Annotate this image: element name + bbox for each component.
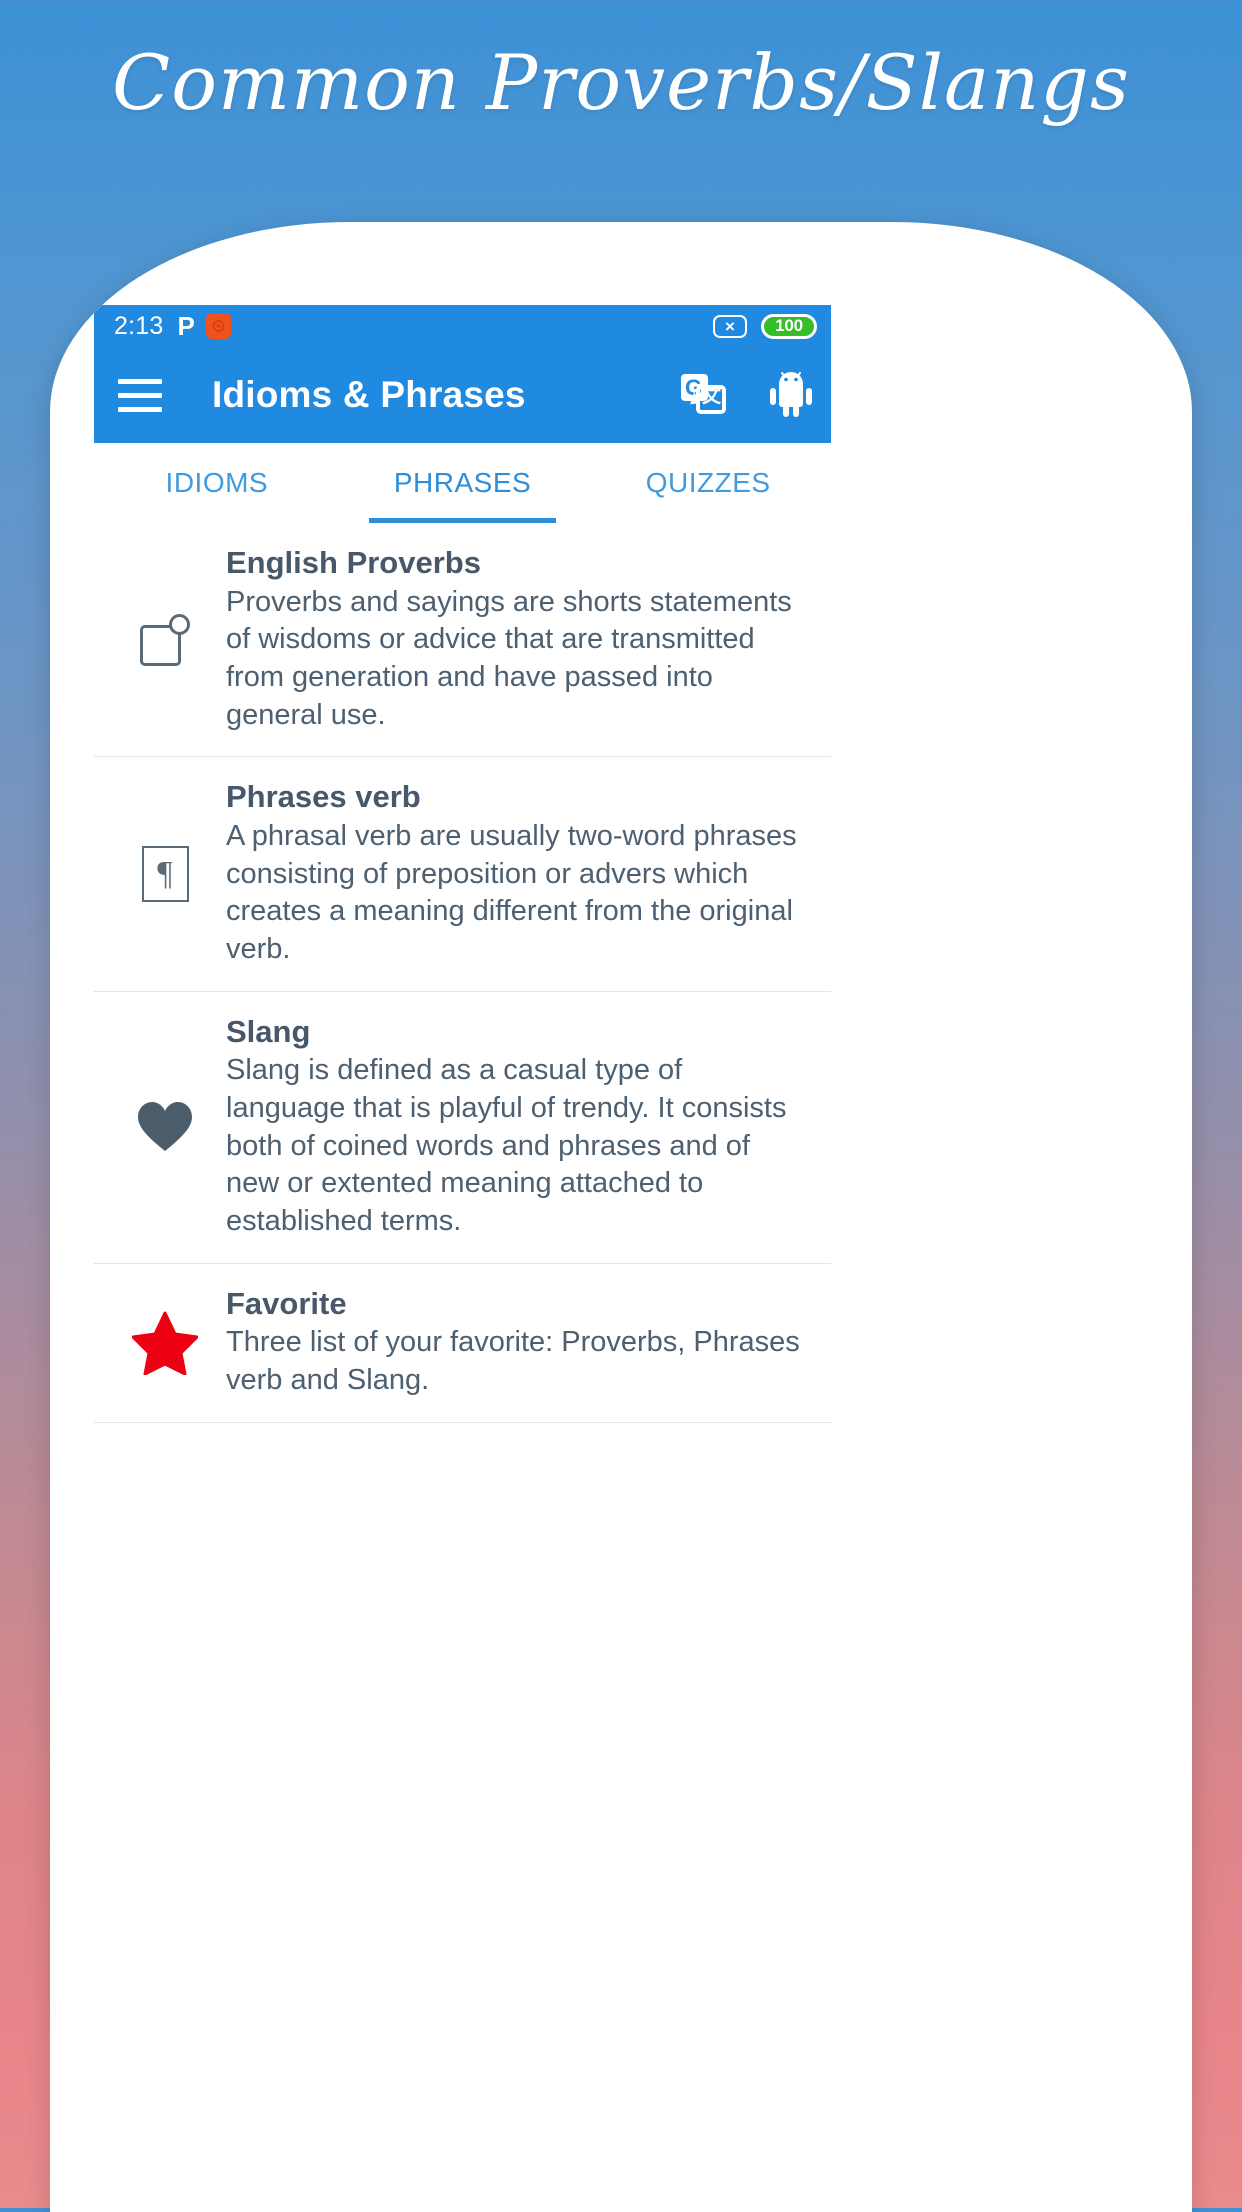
pilcrow-glyph: ¶ bbox=[157, 854, 173, 892]
list-item[interactable]: ¶ Phrases verb A phrasal verb are usuall… bbox=[94, 757, 831, 992]
list-item-icon-slot bbox=[104, 613, 226, 666]
phone-bezel: 2:13 P × 100 Idioms & Phrases G 文 IDIOMS… bbox=[72, 222, 1170, 2212]
hamburger-menu-icon[interactable] bbox=[118, 378, 162, 412]
battery-icon: 100 bbox=[761, 313, 817, 339]
heart-icon bbox=[138, 1102, 192, 1152]
translate-cjk-letter: 文 bbox=[702, 386, 722, 407]
phone-mockup-frame: 2:13 P × 100 Idioms & Phrases G 文 IDIOMS… bbox=[50, 222, 1192, 2212]
app-bar: Idioms & Phrases G 文 bbox=[94, 347, 831, 443]
star-icon bbox=[132, 1311, 198, 1375]
note-square-icon bbox=[140, 613, 190, 666]
list-item-text: Phrases verb A phrasal verb are usually … bbox=[226, 779, 809, 968]
app-bar-title: Idioms & Phrases bbox=[212, 374, 526, 415]
list-item-text: English Proverbs Proverbs and sayings ar… bbox=[226, 545, 809, 734]
list-item-description: Three list of your favorite: Proverbs, P… bbox=[226, 1326, 800, 1396]
list-item-text: Slang Slang is defined as a casual type … bbox=[226, 1014, 809, 1241]
list-item-icon-slot bbox=[104, 1311, 226, 1375]
note-square-dot bbox=[169, 613, 190, 635]
list-item-icon-slot: ¶ bbox=[104, 845, 226, 902]
google-translate-icon[interactable]: G 文 bbox=[681, 374, 727, 416]
status-bar-notification-icons: P bbox=[177, 311, 231, 341]
list-item-title: Favorite bbox=[226, 1285, 347, 1321]
app-screen: 2:13 P × 100 Idioms & Phrases G 文 IDIOMS… bbox=[94, 305, 831, 2212]
list-item-description: A phrasal verb are usually two-word phra… bbox=[226, 819, 797, 965]
hamburger-line bbox=[118, 378, 162, 384]
list-item-description: Slang is defined as a casual type of lan… bbox=[226, 1054, 787, 1237]
list-item-title: Phrases verb bbox=[226, 779, 421, 815]
list-item[interactable]: Favorite Three list of your favorite: Pr… bbox=[94, 1264, 831, 1423]
tab-phrases[interactable]: PHRASES bbox=[340, 443, 586, 523]
status-bar-clock: 2:13 bbox=[114, 311, 164, 340]
pushbullet-icon: P bbox=[177, 311, 195, 341]
list-item-icon-slot bbox=[104, 1101, 226, 1153]
list-item[interactable]: Slang Slang is defined as a casual type … bbox=[94, 992, 831, 1264]
list-item[interactable]: English Proverbs Proverbs and sayings ar… bbox=[94, 523, 831, 758]
list-item-title: English Proverbs bbox=[226, 545, 481, 580]
status-bar: 2:13 P × 100 bbox=[94, 305, 831, 347]
android-robot-icon[interactable] bbox=[769, 372, 813, 418]
tab-idioms[interactable]: IDIOMS bbox=[94, 443, 340, 523]
no-sim-icon: × bbox=[713, 314, 747, 338]
tab-quizzes[interactable]: QUIZZES bbox=[585, 443, 831, 523]
status-bar-system-icons: × 100 bbox=[713, 313, 817, 339]
list-item-description: Proverbs and sayings are shorts statemen… bbox=[226, 585, 792, 731]
pilcrow-icon: ¶ bbox=[141, 845, 189, 902]
list-item-text: Favorite Three list of your favorite: Pr… bbox=[226, 1286, 809, 1400]
hamburger-line bbox=[118, 392, 162, 398]
page-title: Common Proverbs/Slangs bbox=[112, 38, 1130, 127]
hamburger-line bbox=[118, 406, 162, 412]
tab-bar: IDIOMS PHRASES QUIZZES bbox=[94, 443, 831, 523]
orange-app-icon bbox=[205, 313, 231, 339]
list-item-title: Slang bbox=[226, 1013, 311, 1049]
app-bar-actions: G 文 bbox=[681, 372, 813, 418]
category-list: English Proverbs Proverbs and sayings ar… bbox=[94, 523, 831, 1423]
